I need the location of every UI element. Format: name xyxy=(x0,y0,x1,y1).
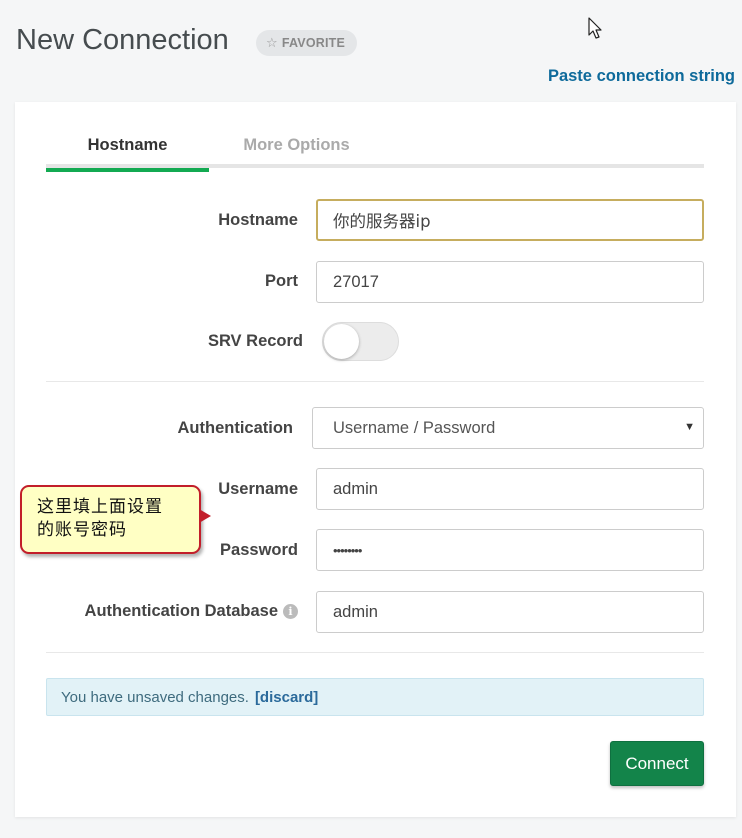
username-input[interactable]: admin xyxy=(316,468,704,510)
info-icon[interactable]: i xyxy=(283,604,298,619)
mouse-cursor-icon xyxy=(588,17,602,39)
favorite-button[interactable]: ☆ FAVORITE xyxy=(256,30,358,56)
auth-database-label: Authentication Database xyxy=(84,602,278,620)
discard-link[interactable]: [discard] xyxy=(255,689,318,706)
username-value: admin xyxy=(333,479,378,498)
port-value: 27017 xyxy=(333,272,379,291)
unsaved-changes-notice: You have unsaved changes. [discard] xyxy=(46,678,704,716)
tab-bar: Hostname More Options xyxy=(46,127,704,172)
unsaved-text: You have unsaved changes. xyxy=(61,688,249,706)
connect-button[interactable]: Connect xyxy=(610,741,704,786)
authentication-label: Authentication xyxy=(177,419,294,437)
section-divider xyxy=(46,652,704,653)
page-title: New Connection xyxy=(16,24,229,56)
password-input[interactable]: •••••••• xyxy=(316,529,704,571)
paste-connection-string-link[interactable]: Paste connection string xyxy=(548,67,735,86)
authentication-value: Username / Password xyxy=(333,418,496,437)
favorite-label: FAVORITE xyxy=(281,36,346,50)
chevron-down-icon: ▼ xyxy=(684,421,695,433)
annotation-callout: 这里填上面设置 的账号密码 xyxy=(20,485,211,554)
auth-database-input[interactable]: admin xyxy=(316,591,704,633)
hostname-label: Hostname xyxy=(218,211,298,229)
auth-database-value: admin xyxy=(333,602,378,621)
srv-record-toggle[interactable] xyxy=(322,322,399,361)
hostname-input[interactable]: 你的服务器ip xyxy=(316,199,704,241)
connection-form-card: Hostname More Options Hostname 你的服务器ip P… xyxy=(15,102,736,817)
toggle-knob xyxy=(324,324,359,359)
password-value: •••••••• xyxy=(333,542,362,558)
section-divider xyxy=(46,381,704,382)
annotation-line-1: 这里填上面设置 xyxy=(37,497,163,517)
star-outline-icon: ☆ xyxy=(266,35,278,50)
port-input[interactable]: 27017 xyxy=(316,261,704,303)
srv-record-label: SRV Record xyxy=(207,332,303,350)
tab-more-options[interactable]: More Options xyxy=(215,127,378,168)
hostname-value: 你的服务器ip xyxy=(333,212,431,231)
auth-database-label-row: Authentication Database i xyxy=(55,602,298,621)
authentication-select[interactable]: Username / Password ▼ xyxy=(312,407,704,449)
tab-hostname[interactable]: Hostname xyxy=(46,127,209,172)
annotation-line-2: 的账号密码 xyxy=(37,520,127,540)
port-label: Port xyxy=(265,272,298,290)
